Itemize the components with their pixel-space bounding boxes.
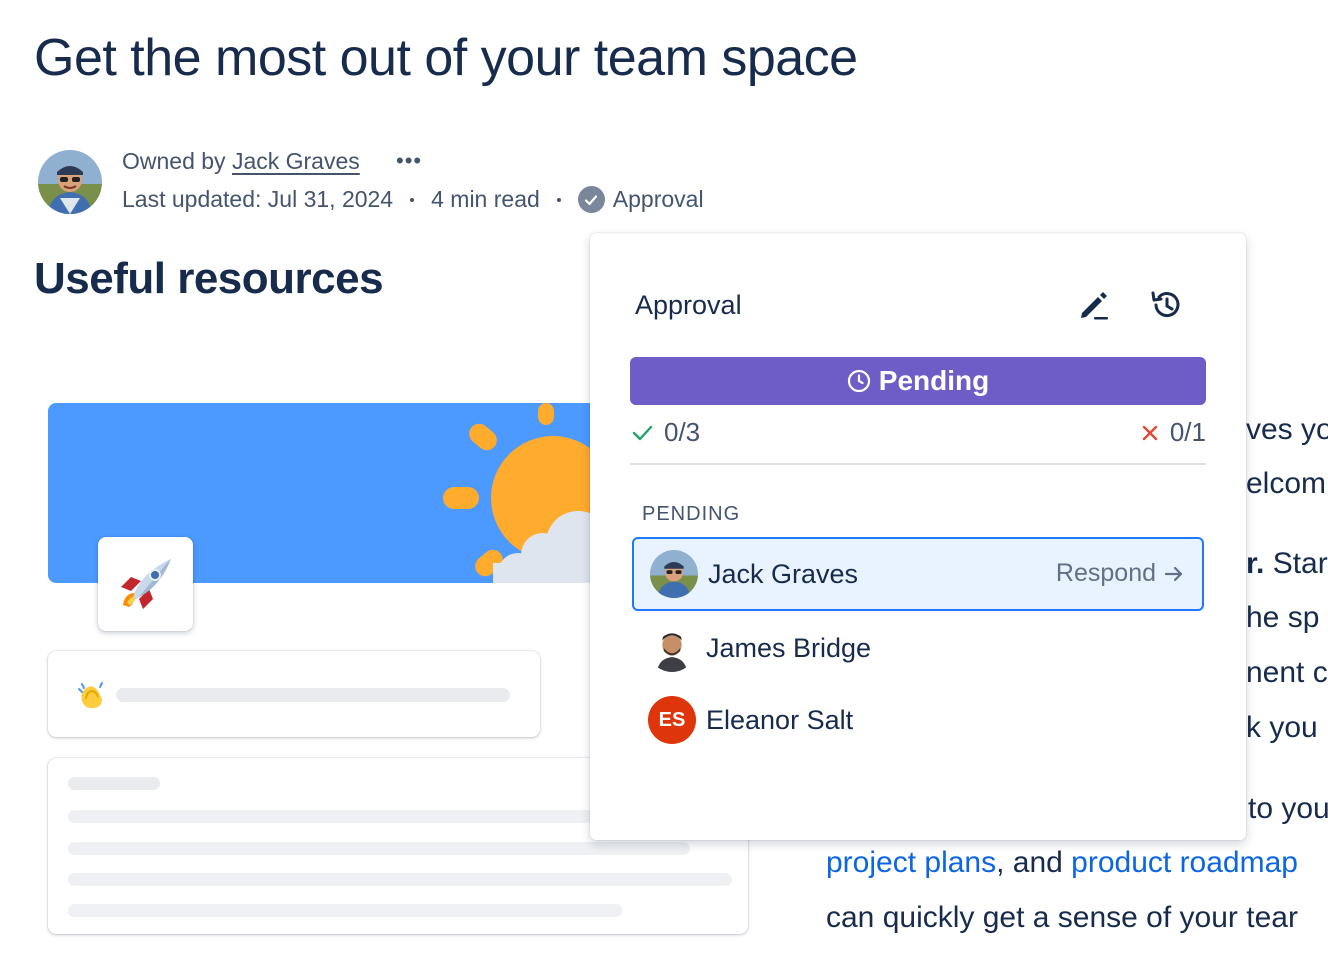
owner-avatar[interactable] xyxy=(38,150,102,214)
body-text-line: k you xyxy=(1246,711,1318,744)
status-label: Pending xyxy=(878,365,990,396)
approval-counts: 0/3 0/1 xyxy=(630,417,1206,465)
popover-title: Approval xyxy=(635,290,742,320)
more-actions-icon[interactable]: ••• xyxy=(396,148,422,174)
approved-count-value: 0/3 xyxy=(664,417,701,447)
reviewer-row[interactable]: James Bridge xyxy=(632,611,1204,685)
approval-status-button[interactable]: Approval xyxy=(577,186,704,213)
placeholder-line xyxy=(68,873,732,886)
placeholder-line xyxy=(116,688,510,702)
body-text-line: project plans, and product roadmap xyxy=(826,846,1298,880)
check-icon xyxy=(632,425,653,440)
avatar xyxy=(648,624,696,672)
approval-label: Approval xyxy=(612,186,704,212)
body-text-line: ves yo xyxy=(1246,413,1328,446)
owner-prefix: Owned by xyxy=(122,148,226,174)
placeholder-line xyxy=(68,904,622,917)
approval-popover: Approval Pending 0/3 0/1 PENDING Jack Gr… xyxy=(590,233,1246,840)
check-circle-icon xyxy=(577,186,605,213)
rejected-count-value: 0/1 xyxy=(1169,417,1206,447)
body-text-bold: r. xyxy=(1246,547,1265,580)
clapping-hands-icon xyxy=(78,682,103,709)
project-plans-link[interactable]: project plans xyxy=(826,846,996,879)
page-title: Get the most out of your team space xyxy=(34,29,858,87)
body-text-line: he sp xyxy=(1246,601,1320,634)
cross-icon xyxy=(1142,425,1158,440)
body-text-line: elcomi xyxy=(1246,467,1328,500)
reviewer-name: Eleanor Salt xyxy=(706,704,854,735)
pending-status-banner: Pending xyxy=(630,357,1206,405)
body-text-line: nent c xyxy=(1246,656,1328,689)
respond-label: Respond xyxy=(1055,559,1156,587)
body-text-line: can quickly get a sense of your tear xyxy=(826,901,1298,934)
last-updated: Last updated: Jul 31, 2024 xyxy=(122,186,394,212)
body-text-fragment: , and xyxy=(996,846,1072,879)
rocket-emoji-tile xyxy=(98,537,193,631)
reviewer-row[interactable]: ES Eleanor Salt xyxy=(632,683,1204,757)
avatar xyxy=(650,550,698,598)
product-roadmap-link[interactable]: product roadmap xyxy=(1071,846,1298,879)
edit-approval-button[interactable] xyxy=(1072,283,1116,327)
section-heading: Useful resources xyxy=(34,254,384,303)
rocket-icon xyxy=(120,559,171,609)
pending-section-label: PENDING xyxy=(642,503,741,525)
avatar: ES xyxy=(648,696,696,744)
separator-dot xyxy=(556,197,561,202)
placeholder-line xyxy=(68,777,160,790)
pencil-icon xyxy=(1081,292,1108,320)
clock-icon xyxy=(847,369,870,393)
reviewer-name: Jack Graves xyxy=(708,558,859,589)
arrow-right-icon xyxy=(1164,566,1183,581)
body-text-line: to you xyxy=(1248,792,1328,825)
rejected-count: 0/1 xyxy=(1140,417,1206,448)
read-time: 4 min read xyxy=(431,186,540,212)
reviewer-row[interactable]: Jack Graves Respond xyxy=(632,537,1204,611)
reviewer-name: James Bridge xyxy=(706,632,872,663)
separator-dot xyxy=(410,197,415,202)
avatar-initials: ES xyxy=(658,708,686,731)
owner-name-link[interactable]: Jack Graves xyxy=(232,148,360,174)
history-icon xyxy=(1151,291,1180,318)
placeholder-line xyxy=(68,842,690,855)
approval-history-button[interactable] xyxy=(1144,283,1188,327)
welcome-card xyxy=(48,651,540,737)
body-text-line: r. Star xyxy=(1246,547,1328,581)
owner-line: Owned by Jack Graves xyxy=(122,148,360,175)
page-meta: Last updated: Jul 31, 2024 4 min read Ap… xyxy=(122,186,704,213)
approved-count: 0/3 xyxy=(630,417,700,448)
respond-button[interactable]: Respond xyxy=(1056,559,1186,588)
body-text-fragment: Star xyxy=(1264,547,1328,580)
